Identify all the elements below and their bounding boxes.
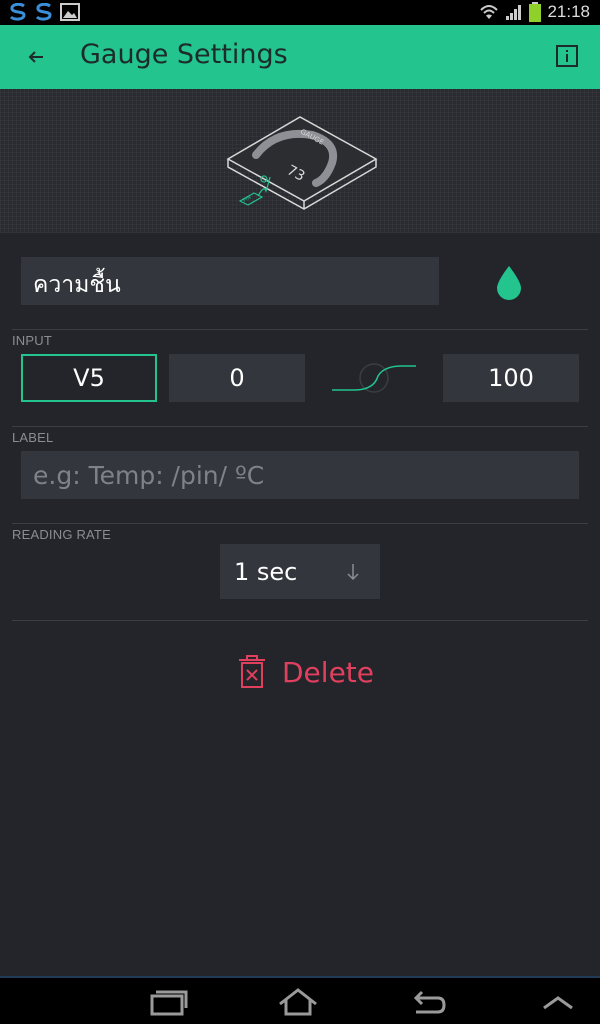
divider	[12, 329, 588, 330]
recent-apps-icon[interactable]	[148, 986, 188, 1018]
widget-preview: GAUGE 73 PIN	[0, 89, 600, 233]
pin-tag: PIN	[242, 194, 252, 203]
image-notification-icon	[60, 3, 80, 21]
page-title: Gauge Settings	[80, 39, 288, 70]
home-icon[interactable]	[278, 986, 318, 1018]
ss-notification-icon	[9, 3, 26, 21]
system-indicators: 21:18	[479, 2, 590, 22]
pin-selector[interactable]: V5	[21, 354, 157, 402]
divider	[12, 523, 588, 524]
status-bar: 21:18	[0, 0, 600, 25]
trash-icon	[239, 655, 265, 688]
info-icon[interactable]	[556, 45, 578, 67]
app-bar: Gauge Settings	[0, 25, 600, 89]
max-value-field[interactable]: 100	[443, 354, 579, 402]
chevron-up-icon[interactable]	[538, 986, 578, 1018]
delete-button[interactable]: Delete	[238, 655, 374, 689]
reading-rate-heading: READING RATE	[12, 527, 111, 542]
system-nav-bar	[0, 976, 600, 1024]
divider	[12, 426, 588, 427]
reading-rate-value: 1 sec	[234, 557, 298, 586]
notification-icons	[8, 3, 80, 21]
input-heading: INPUT	[12, 333, 52, 348]
min-value-field[interactable]: 0	[169, 354, 305, 402]
battery-icon	[529, 2, 542, 22]
arrow-down-icon	[347, 564, 359, 581]
droplet-icon[interactable]	[494, 264, 524, 300]
arrow-left-icon[interactable]	[22, 43, 50, 71]
ss-notification-icon	[35, 3, 52, 21]
widget-name-field[interactable]: ความชื้น	[21, 257, 439, 305]
gauge-widget-illustration: GAUGE 73 PIN	[226, 116, 378, 210]
label-heading: LABEL	[12, 430, 54, 445]
back-icon[interactable]	[408, 986, 448, 1018]
reading-rate-dropdown[interactable]: 1 sec	[220, 544, 380, 599]
divider	[12, 620, 588, 621]
mapping-curve-icon	[332, 363, 416, 393]
wifi-icon	[480, 5, 499, 19]
signal-icon	[506, 5, 522, 20]
label-input[interactable]	[21, 451, 579, 499]
delete-label: Delete	[282, 655, 374, 689]
clock: 21:18	[547, 2, 590, 21]
